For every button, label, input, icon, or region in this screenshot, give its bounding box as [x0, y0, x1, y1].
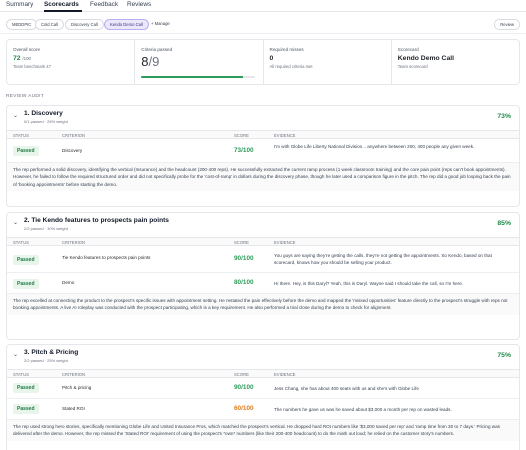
criterion-name: Pitch & pricing: [62, 385, 92, 390]
section-header[interactable]: ⌄ 2. Tie Kendo features to prospects pai…: [7, 213, 519, 237]
section-summary: The rep performed a solid discovery, ide…: [7, 163, 519, 191]
review-button[interactable]: Review: [494, 19, 520, 30]
col-evidence: EVIDENCE: [274, 240, 296, 245]
section-subtitle: 0/1 passed · 25% weight: [24, 119, 68, 124]
scorecard-name: Kendo Demo Call: [397, 55, 455, 62]
overall-score-denom: /100: [22, 56, 31, 61]
team-benchmark: Team benchmark 47: [13, 64, 51, 69]
overall-score-label: Overall score: [13, 47, 41, 52]
status-badge: Passed: [13, 146, 39, 156]
col-criterion: CRITERION: [62, 240, 86, 245]
scorecard-card: Scorecard Kendo Demo Call Team scorecard: [392, 40, 519, 84]
overall-score-value: 72 /100: [13, 55, 128, 62]
overall-score-number: 72: [13, 55, 21, 62]
evidence-quote: I'm with Globe Life Liberty National Div…: [274, 144, 475, 149]
column-headers: STATUS CRITERION SCORE EVIDENCE: [7, 237, 519, 246]
chip-cold-call[interactable]: Cold Call: [35, 19, 64, 30]
table-row[interactable]: Passed Pitch & pricing 90/100 Jess Chang…: [7, 378, 519, 399]
col-score: SCORE: [234, 133, 249, 138]
criteria-passed-value: 8/9: [141, 54, 256, 69]
section-header[interactable]: ⌄ 3. Pitch & Pricing 2/2 passed · 25% we…: [7, 345, 519, 369]
col-status: STATUS: [13, 240, 29, 245]
manage-scorecards-button[interactable]: + Manage: [146, 19, 175, 30]
section-title: 1. Discovery: [24, 110, 63, 117]
status-badge: Passed: [13, 383, 39, 393]
table-row[interactable]: Passed Discovery 73/100 I'm with Globe L…: [7, 139, 519, 163]
col-evidence: EVIDENCE: [274, 372, 296, 377]
active-tab-indicator: [44, 10, 82, 12]
col-status: STATUS: [13, 133, 29, 138]
col-criterion: CRITERION: [62, 372, 86, 377]
section-header[interactable]: ⌄ 1. Discovery 0/1 passed · 25% weight 7…: [7, 106, 519, 130]
criterion-name: Discovery: [62, 148, 83, 153]
section-summary: The rep used strong hero stories, specif…: [7, 420, 519, 441]
scorecard-label: Scorecard: [397, 47, 419, 52]
section-summary: The rep excelled at connecting the produ…: [7, 294, 519, 315]
criterion-name: Demo: [62, 280, 75, 285]
col-evidence: EVIDENCE: [274, 133, 296, 138]
section-title: 3. Pitch & Pricing: [24, 349, 79, 356]
section-percent: 75%: [497, 352, 511, 359]
chevron-down-icon[interactable]: ⌄: [13, 351, 18, 358]
chip-discovery-call[interactable]: Discovery Call: [65, 19, 104, 30]
required-misses-label: Required misses: [269, 47, 304, 52]
criterion-name: Tie Kendo features to prospects pain poi…: [62, 255, 151, 260]
section-tie-kendo-features: ⌄ 2. Tie Kendo features to prospects pai…: [6, 212, 520, 340]
required-misses-value: 0: [269, 55, 274, 62]
criterion-score: 80/100: [234, 279, 254, 286]
table-row[interactable]: Passed Stated ROI 60/100 The numbers he …: [7, 399, 519, 420]
required-misses-note: All required criteria met: [269, 64, 313, 69]
col-status: STATUS: [13, 372, 29, 377]
section-pitch-pricing: ⌄ 3. Pitch & Pricing 2/2 passed · 25% we…: [6, 344, 520, 450]
scorecard-type: Team scorecard: [397, 64, 428, 69]
status-badge: Passed: [13, 279, 39, 289]
evidence-quote: The numbers he gave us was he saved abou…: [274, 407, 452, 412]
col-score: SCORE: [234, 372, 249, 377]
criteria-total: 9: [152, 54, 160, 69]
tab-scorecards[interactable]: Scorecards: [44, 1, 79, 8]
section-subtitle: 2/2 passed · 30% weight: [24, 226, 68, 231]
overall-score-card: Overall score 72 /100 Team benchmark 47: [7, 40, 136, 84]
evidence-quote: Hi there. Hey, is this Daryl? Yeah, this…: [274, 281, 464, 286]
chip-kendo-demo-call[interactable]: Kendo Demo Call: [104, 19, 149, 30]
top-tab-bar: Summary Scorecards Feedback Reviews: [0, 0, 526, 12]
criterion-score: 90/100: [234, 255, 254, 262]
col-criterion: CRITERION: [62, 133, 86, 138]
column-headers: STATUS CRITERION SCORE EVIDENCE: [7, 369, 519, 378]
criterion-score: 90/100: [234, 384, 254, 391]
col-score: SCORE: [234, 240, 249, 245]
section-percent: 73%: [497, 113, 511, 120]
required-misses-card: Required misses 0 All required criteria …: [264, 40, 392, 84]
review-audit-heading: REVIEW AUDIT: [6, 94, 44, 99]
criteria-passed-label: Criteria passed: [141, 47, 173, 52]
tab-summary[interactable]: Summary: [6, 1, 33, 8]
criteria-progress-fill: [141, 76, 243, 78]
tab-reviews[interactable]: Reviews: [127, 1, 151, 8]
section-subtitle: 2/2 passed · 25% weight: [24, 358, 68, 363]
tab-feedback[interactable]: Feedback: [90, 1, 118, 8]
section-title: 2. Tie Kendo features to prospects pain …: [24, 217, 169, 224]
table-row[interactable]: Passed Tie Kendo features to prospects p…: [7, 246, 519, 273]
section-percent: 85%: [497, 220, 511, 227]
chip-meddpic[interactable]: MEDDPIC: [6, 19, 38, 30]
criterion-score: 73/100: [234, 147, 254, 154]
status-badge: Passed: [13, 404, 39, 414]
column-headers: STATUS CRITERION SCORE EVIDENCE: [7, 130, 519, 139]
status-badge: Passed: [13, 255, 39, 265]
chevron-down-icon[interactable]: ⌄: [13, 112, 18, 119]
chevron-down-icon[interactable]: ⌄: [13, 219, 18, 226]
summary-cards: Overall score 72 /100 Team benchmark 47 …: [6, 39, 520, 85]
criteria-passed-card: Criteria passed 8/9: [135, 40, 264, 84]
criteria-progress-bar: [141, 76, 256, 78]
scorecard-selector: MEDDPIC Cold Call Discovery Call Kendo D…: [0, 16, 526, 34]
criterion-score: 60/100: [234, 405, 254, 412]
section-discovery: ⌄ 1. Discovery 0/1 passed · 25% weight 7…: [6, 105, 520, 207]
criterion-name: Stated ROI: [62, 406, 85, 411]
evidence-quote: Jess Chang, she has about 400 seats with…: [274, 386, 419, 391]
evidence-quote: You guys are saying they're getting the …: [274, 253, 492, 265]
table-row[interactable]: Passed Demo 80/100 Hi there. Hey, is thi…: [7, 273, 519, 294]
